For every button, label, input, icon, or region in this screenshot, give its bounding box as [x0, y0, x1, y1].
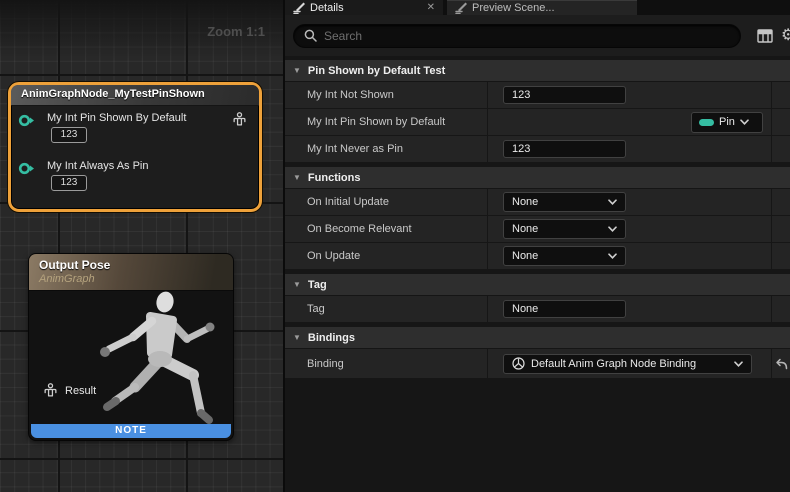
binding-icon — [512, 357, 525, 370]
settings-gear-icon[interactable]: ⚙ — [781, 28, 790, 44]
details-icon — [293, 2, 305, 14]
dropdown-value: None — [512, 250, 602, 262]
chevron-down-icon — [740, 119, 749, 125]
node-subtitle: AnimGraph — [39, 273, 233, 285]
tab-details[interactable]: Details ✕ — [285, 0, 443, 15]
search-input[interactable] — [324, 29, 730, 43]
section-header[interactable]: ▼ Pin Shown by Default Test — [285, 60, 790, 82]
chevron-down-icon — [608, 253, 617, 259]
chevron-down-icon — [734, 361, 743, 367]
pin-value-box[interactable]: 123 — [51, 175, 87, 191]
note-banner[interactable]: NOTE — [31, 424, 231, 438]
output-pose-node[interactable]: Output Pose AnimGraph — [28, 253, 234, 441]
property-row: My Int Never as Pin — [285, 136, 790, 163]
dropdown-value: None — [512, 196, 602, 208]
zoom-level-label: Zoom 1:1 — [207, 24, 265, 39]
property-row: My Int Not Shown — [285, 82, 790, 109]
node-title: AnimGraphNode_MyTestPinShown — [11, 85, 259, 106]
property-label: On Become Relevant — [285, 216, 488, 242]
int-pin-icon[interactable] — [18, 114, 36, 132]
tab-label: Preview Scene... — [472, 2, 555, 14]
pose-pin-icon — [43, 383, 58, 398]
property-label: My Int Never as Pin — [285, 136, 488, 162]
property-label: My Int Not Shown — [285, 82, 488, 108]
property-label: My Int Pin Shown by Default — [285, 109, 488, 135]
pin-mode-dropdown[interactable]: Pin — [691, 112, 763, 133]
pin-label: My Int Always As Pin — [47, 160, 148, 172]
unreal-anim-graph-editor: Zoom 1:1 AnimGraphNode_MyTestPinShown My… — [0, 0, 790, 492]
section-header[interactable]: ▼ Functions — [285, 167, 790, 189]
search-icon — [304, 29, 317, 42]
pin-row: My Int Always As Pin 123 — [11, 160, 259, 196]
tab-close-icon[interactable]: ✕ — [427, 2, 435, 13]
section-tag: ▼ Tag Tag — [285, 274, 790, 323]
section-pin-shown-by-default-test: ▼ Pin Shown by Default Test My Int Not S… — [285, 60, 790, 163]
preview-scene-icon — [455, 2, 467, 14]
node-title: Output Pose — [39, 258, 233, 272]
pin-label: My Int Pin Shown By Default — [47, 112, 186, 124]
section-functions: ▼ Functions On Initial Update None On Be… — [285, 167, 790, 270]
section-bindings: ▼ Bindings Binding Default Anim Graph No… — [285, 327, 790, 379]
on-update-dropdown[interactable]: None — [503, 246, 626, 266]
section-title: Tag — [308, 279, 327, 291]
pin-mode-label: Pin — [719, 116, 735, 128]
mannequin-figure — [83, 291, 231, 427]
my-int-never-as-pin-input[interactable] — [503, 140, 626, 158]
property-row: My Int Pin Shown by Default Pin — [285, 109, 790, 136]
section-title: Bindings — [308, 332, 355, 344]
property-row: On Initial Update None — [285, 189, 790, 216]
tag-input[interactable] — [503, 300, 626, 318]
section-title: Functions — [308, 172, 361, 184]
property-row: Binding Default Anim Graph Node Binding — [285, 349, 790, 379]
section-header[interactable]: ▼ Tag — [285, 274, 790, 296]
collapse-caret-icon[interactable]: ▼ — [293, 333, 301, 342]
dropdown-value: Default Anim Graph Node Binding — [531, 358, 728, 370]
tab-label: Details — [310, 2, 344, 14]
pin-pill-icon — [699, 119, 714, 126]
result-pin-label: Result — [65, 385, 96, 397]
collapse-caret-icon[interactable]: ▼ — [293, 66, 301, 75]
search-box[interactable] — [293, 24, 741, 48]
my-int-not-shown-input[interactable] — [503, 86, 626, 104]
property-label: On Initial Update — [285, 189, 488, 215]
display-manager-icon[interactable] — [757, 29, 773, 43]
details-toolbar: ⚙ — [285, 15, 790, 56]
on-become-relevant-dropdown[interactable]: None — [503, 219, 626, 239]
property-label: Tag — [285, 296, 488, 322]
int-pin-icon[interactable] — [18, 162, 36, 180]
reset-to-default-icon[interactable] — [774, 358, 788, 370]
property-label: Binding — [285, 349, 488, 378]
property-label: On Update — [285, 243, 488, 269]
tab-bar: Details ✕ Preview Scene... — [285, 0, 790, 15]
property-row: On Update None — [285, 243, 790, 270]
anim-graph-node-test[interactable]: AnimGraphNode_MyTestPinShown My Int Pin … — [8, 82, 262, 212]
details-panel: Details ✕ Preview Scene... ⚙ ▼ Pin S — [285, 0, 790, 492]
chevron-down-icon — [608, 226, 617, 232]
binding-dropdown[interactable]: Default Anim Graph Node Binding — [503, 354, 752, 374]
dropdown-value: None — [512, 223, 602, 235]
pose-pin-icon[interactable] — [232, 112, 247, 132]
graph-canvas[interactable]: Zoom 1:1 AnimGraphNode_MyTestPinShown My… — [0, 0, 283, 492]
collapse-caret-icon[interactable]: ▼ — [293, 173, 301, 182]
pin-value-box[interactable]: 123 — [51, 127, 87, 143]
property-row: On Become Relevant None — [285, 216, 790, 243]
property-row: Tag — [285, 296, 790, 323]
section-title: Pin Shown by Default Test — [308, 65, 445, 77]
on-initial-update-dropdown[interactable]: None — [503, 192, 626, 212]
chevron-down-icon — [608, 199, 617, 205]
collapse-caret-icon[interactable]: ▼ — [293, 280, 301, 289]
tab-preview-scene[interactable]: Preview Scene... — [447, 0, 637, 15]
pin-row: My Int Pin Shown By Default 123 — [11, 112, 259, 148]
section-header[interactable]: ▼ Bindings — [285, 327, 790, 349]
result-pin[interactable]: Result — [43, 383, 96, 398]
